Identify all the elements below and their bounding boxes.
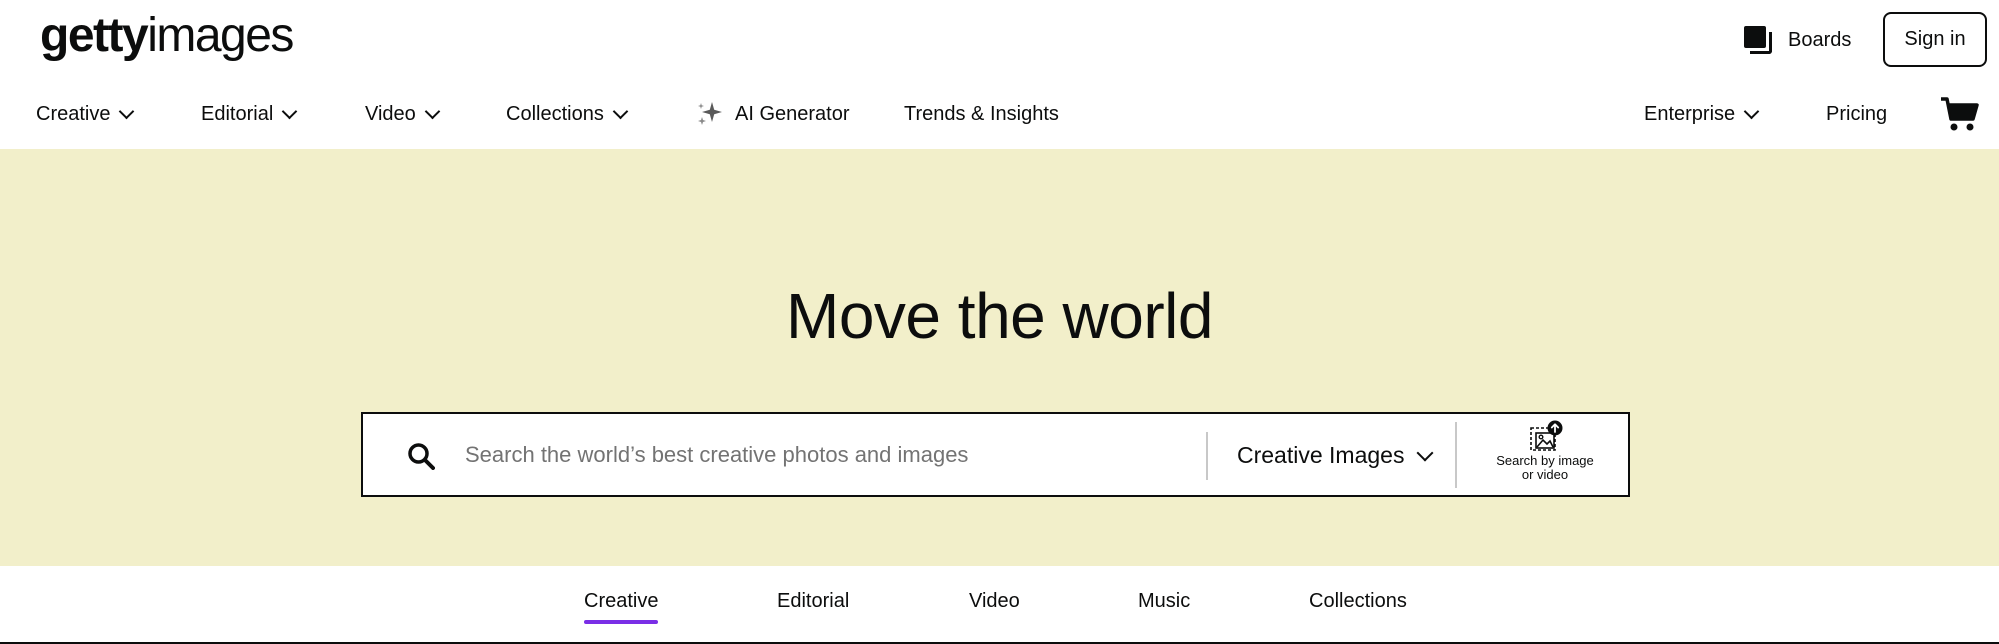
hero-section: Move the world Creative Images Search by… bbox=[0, 149, 1999, 566]
nav-item-enterprise[interactable]: Enterprise bbox=[1644, 96, 1757, 132]
main-nav: Creative Editorial Video Collections AI … bbox=[0, 90, 1999, 140]
nav-item-label: Creative bbox=[36, 102, 111, 125]
search-type-select[interactable]: Creative Images bbox=[1237, 434, 1430, 476]
nav-item-collections[interactable]: Collections bbox=[506, 96, 626, 132]
nav-item-editorial[interactable]: Editorial bbox=[201, 96, 295, 132]
content-tabs: Creative Editorial Video Music Collectio… bbox=[0, 590, 1999, 634]
chevron-down-icon bbox=[1418, 447, 1430, 459]
search-divider bbox=[1206, 432, 1208, 480]
nav-item-label: Video bbox=[365, 102, 416, 125]
search-by-image-label: Search by image or video bbox=[1496, 453, 1594, 482]
search-type-label: Creative Images bbox=[1237, 441, 1405, 468]
nav-item-label: Trends & Insights bbox=[904, 102, 1059, 125]
nav-item-label: Pricing bbox=[1826, 102, 1888, 125]
tab-creative[interactable]: Creative bbox=[584, 590, 659, 624]
sparkle-icon bbox=[698, 102, 722, 125]
boards-icon bbox=[1744, 26, 1774, 54]
logo-light-text: images bbox=[147, 9, 294, 62]
chevron-down-icon bbox=[1745, 106, 1757, 118]
nav-item-label: AI Generator bbox=[735, 102, 850, 125]
getty-images-logo[interactable]: gettyimages bbox=[40, 8, 294, 64]
tab-video[interactable]: Video bbox=[969, 590, 1020, 624]
boards-label: Boards bbox=[1788, 28, 1852, 51]
search-by-image-button[interactable]: Search by image or video bbox=[1463, 420, 1627, 492]
chevron-down-icon bbox=[426, 106, 438, 118]
search-bar: Creative Images Search by image or video bbox=[361, 412, 1630, 497]
nav-item-label: Collections bbox=[506, 102, 604, 125]
tab-music[interactable]: Music bbox=[1138, 590, 1190, 624]
logo-bold-text: getty bbox=[40, 9, 149, 62]
search-divider bbox=[1455, 422, 1457, 488]
nav-item-ai-generator[interactable]: AI Generator bbox=[695, 96, 850, 132]
tab-editorial[interactable]: Editorial bbox=[777, 590, 849, 624]
search-input[interactable] bbox=[465, 434, 1185, 476]
top-bar: gettyimages Boards Sign in bbox=[0, 0, 1999, 80]
chevron-down-icon bbox=[283, 106, 295, 118]
chevron-down-icon bbox=[120, 106, 132, 118]
nav-item-creative[interactable]: Creative bbox=[36, 96, 132, 132]
nav-item-pricing[interactable]: Pricing bbox=[1826, 96, 1887, 132]
nav-item-video[interactable]: Video bbox=[365, 96, 438, 132]
search-icon[interactable] bbox=[407, 442, 435, 470]
tab-collections[interactable]: Collections bbox=[1309, 590, 1407, 624]
chevron-down-icon bbox=[614, 106, 626, 118]
hero-title: Move the world bbox=[786, 280, 1213, 352]
nav-item-label: Editorial bbox=[201, 102, 274, 125]
nav-item-label: Enterprise bbox=[1644, 102, 1736, 125]
cart-icon[interactable] bbox=[1940, 96, 1980, 132]
sign-in-button[interactable]: Sign in bbox=[1883, 12, 1987, 67]
image-upload-icon bbox=[1530, 420, 1563, 451]
boards-link[interactable]: Boards bbox=[1744, 24, 1851, 56]
nav-item-trends-insights[interactable]: Trends & Insights bbox=[904, 96, 1059, 132]
